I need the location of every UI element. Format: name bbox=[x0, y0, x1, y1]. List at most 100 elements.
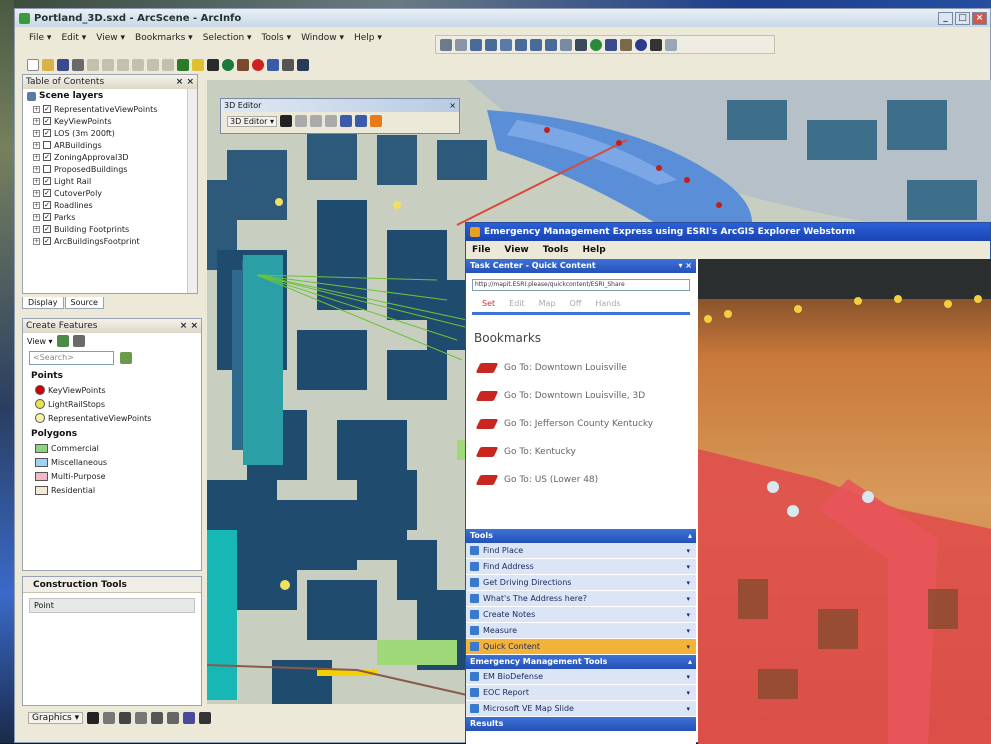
expand-icon[interactable]: + bbox=[33, 105, 40, 113]
bookmark-item[interactable]: Go To: Kentucky bbox=[466, 435, 696, 463]
minimize-button[interactable]: _ bbox=[938, 11, 953, 25]
tool-item[interactable]: EM BioDefense ▾ bbox=[466, 669, 696, 685]
tool-item[interactable]: Microsoft VE Map Slide ▾ bbox=[466, 701, 696, 717]
layer-item[interactable]: + ✓ CutoverPoly bbox=[23, 187, 197, 199]
layer-checkbox[interactable] bbox=[43, 165, 51, 173]
line-color-icon[interactable] bbox=[183, 712, 196, 724]
menu-help[interactable]: Help ▾ bbox=[350, 32, 386, 44]
record-icon[interactable] bbox=[252, 59, 264, 71]
window-icon[interactable] bbox=[267, 59, 279, 71]
tab-map[interactable]: Map bbox=[539, 299, 556, 308]
new-text-icon[interactable] bbox=[151, 712, 164, 724]
em-menu-tools[interactable]: Tools bbox=[543, 245, 569, 255]
chevron-down-icon[interactable]: ▾ bbox=[686, 579, 696, 587]
split-icon[interactable] bbox=[310, 115, 323, 127]
expand-icon[interactable]: + bbox=[33, 129, 40, 137]
expand-icon[interactable]: + bbox=[33, 225, 40, 233]
em-menu-file[interactable]: File bbox=[472, 245, 490, 255]
delete-template-icon[interactable] bbox=[72, 335, 85, 347]
identify-icon[interactable] bbox=[605, 38, 617, 51]
chevron-down-icon[interactable]: ▾ bbox=[686, 547, 696, 555]
tool-item[interactable]: Quick Content ▾ bbox=[466, 639, 696, 655]
layer-checkbox[interactable] bbox=[43, 141, 51, 149]
font-color-icon[interactable] bbox=[199, 712, 212, 724]
tab-off[interactable]: Off bbox=[570, 299, 582, 308]
layer-item[interactable]: + ✓ ZoningApproval3D bbox=[23, 151, 197, 163]
sketch-properties-icon[interactable] bbox=[355, 115, 368, 127]
chevron-down-icon[interactable]: ▾ bbox=[686, 705, 696, 713]
organize-templates-icon[interactable] bbox=[56, 335, 69, 347]
feature-template[interactable]: KeyViewPoints bbox=[23, 383, 201, 397]
add-data-icon[interactable] bbox=[177, 59, 189, 71]
chevron-down-icon[interactable]: ▾ bbox=[686, 689, 696, 697]
chevron-down-icon[interactable]: ▾ bbox=[686, 595, 696, 603]
menu-bookmarks[interactable]: Bookmarks ▾ bbox=[131, 32, 197, 44]
layer-item[interactable]: + ✓ RepresentativeViewPoints bbox=[23, 103, 197, 115]
zoom-out-icon[interactable] bbox=[485, 38, 497, 51]
new-rectangle-icon[interactable] bbox=[135, 712, 148, 724]
chevron-down-icon[interactable]: ▾ bbox=[686, 673, 696, 681]
paste-icon[interactable] bbox=[117, 59, 129, 71]
tab-source[interactable]: Source bbox=[64, 297, 104, 309]
layer-item[interactable]: + ✓ KeyViewPoints bbox=[23, 115, 197, 127]
light-icon[interactable] bbox=[192, 59, 204, 71]
bookmark-item[interactable]: Go To: US (Lower 48) bbox=[466, 463, 696, 491]
template-search-input[interactable]: <Search> bbox=[29, 351, 114, 365]
editor-dropdown[interactable]: 3D Editor ▾ bbox=[227, 115, 278, 127]
grid-icon[interactable] bbox=[560, 38, 572, 51]
layer-checkbox[interactable]: ✓ bbox=[43, 225, 51, 233]
templates-view-dropdown[interactable]: View ▾ bbox=[27, 337, 53, 346]
tool-item[interactable]: Create Notes ▾ bbox=[466, 607, 696, 623]
expand-icon[interactable]: + bbox=[33, 189, 40, 197]
feature-template[interactable]: Multi-Purpose bbox=[23, 469, 201, 483]
binoculars-icon[interactable] bbox=[650, 38, 662, 51]
measure-icon[interactable] bbox=[620, 38, 632, 51]
layer-item[interactable]: + ✓ Parks bbox=[23, 211, 197, 223]
chevron-down-icon[interactable]: ▾ bbox=[686, 643, 696, 651]
rotate-icon[interactable] bbox=[103, 712, 116, 724]
zoom-extent-icon[interactable] bbox=[530, 38, 542, 51]
navigate-icon[interactable] bbox=[440, 38, 452, 51]
cut-icon[interactable] bbox=[87, 59, 99, 71]
search-icon[interactable] bbox=[120, 352, 132, 364]
globe-icon[interactable] bbox=[590, 38, 602, 51]
em-menu-help[interactable]: Help bbox=[583, 245, 606, 255]
select-icon[interactable] bbox=[575, 38, 587, 51]
layer-item[interactable]: + ✓ Light Rail bbox=[23, 175, 197, 187]
floating-toolbar-titlebar[interactable]: 3D Editor × bbox=[221, 99, 459, 112]
feature-template[interactable]: LightRailStops bbox=[23, 397, 201, 411]
menu-window[interactable]: Window ▾ bbox=[297, 32, 348, 44]
editor-icon[interactable] bbox=[237, 59, 249, 71]
chevron-down-icon[interactable]: ▾ bbox=[686, 611, 696, 619]
expand-icon[interactable]: + bbox=[33, 165, 40, 173]
pin-icon[interactable] bbox=[207, 59, 219, 71]
bookmark-item[interactable]: Go To: Downtown Louisville bbox=[466, 351, 696, 379]
expand-icon[interactable]: + bbox=[33, 177, 40, 185]
toc-group[interactable]: Scene layers bbox=[23, 89, 197, 103]
layer-item[interactable]: + ARBuildings bbox=[23, 139, 197, 151]
construction-tool-point[interactable]: Point bbox=[29, 598, 195, 613]
tool-item[interactable]: Get Driving Directions ▾ bbox=[466, 575, 696, 591]
new-line-icon[interactable] bbox=[119, 712, 132, 724]
menu-selection[interactable]: Selection ▾ bbox=[199, 32, 256, 44]
bookmark-item[interactable]: Go To: Downtown Louisville, 3D bbox=[466, 379, 696, 407]
options-icon[interactable] bbox=[282, 59, 294, 71]
tab-hands[interactable]: Hands bbox=[595, 299, 620, 308]
expand-icon[interactable]: + bbox=[33, 213, 40, 221]
save-icon[interactable] bbox=[57, 59, 69, 71]
edit-tool-icon[interactable] bbox=[280, 115, 293, 127]
bookmark-item[interactable]: Go To: Jefferson County Kentucky bbox=[466, 407, 696, 435]
chevron-down-icon[interactable]: ▾ bbox=[686, 563, 696, 571]
toc-scrollbar[interactable] bbox=[187, 89, 197, 293]
tab-set[interactable]: Set bbox=[482, 299, 495, 308]
print-icon[interactable] bbox=[72, 59, 84, 71]
layer-checkbox[interactable]: ✓ bbox=[43, 237, 51, 245]
tool-item[interactable]: Measure ▾ bbox=[466, 623, 696, 639]
layer-checkbox[interactable]: ✓ bbox=[43, 177, 51, 185]
attributes-icon[interactable] bbox=[340, 115, 353, 127]
expand-icon[interactable]: + bbox=[33, 237, 40, 245]
info-icon[interactable] bbox=[635, 38, 647, 51]
menu-tools[interactable]: Tools ▾ bbox=[258, 32, 296, 44]
layer-item[interactable]: + ✓ Building Footprints bbox=[23, 223, 197, 235]
whats-this-icon[interactable] bbox=[297, 59, 309, 71]
